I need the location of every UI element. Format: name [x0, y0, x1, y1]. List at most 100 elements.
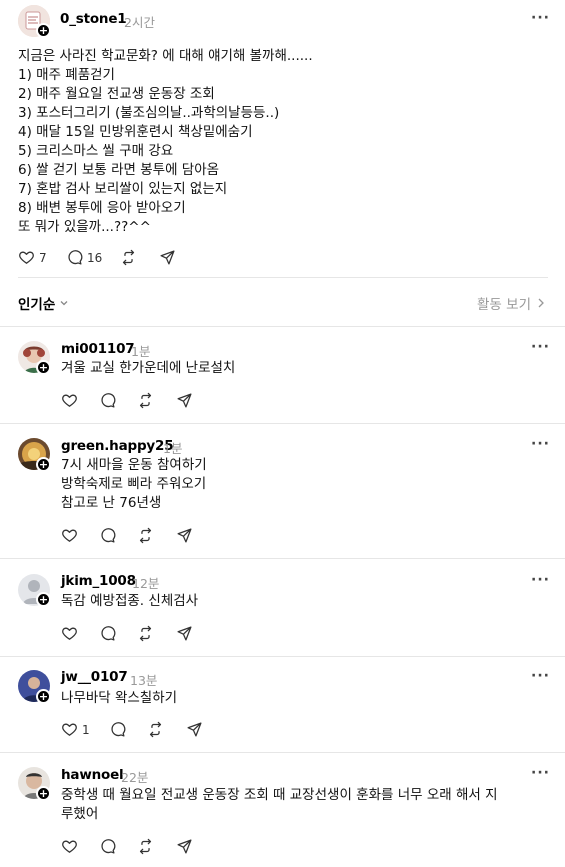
comment-button[interactable]	[99, 838, 116, 855]
reply-time: 22분	[121, 770, 149, 785]
reply-username[interactable]: mi001107	[61, 341, 135, 357]
heart-icon	[62, 723, 77, 736]
reply-text: 나무바닥 왁스칠하기	[61, 690, 178, 706]
post-line: 4) 매달 15일 민방위훈련시 책상밑에숨기	[18, 124, 253, 140]
like-button[interactable]	[61, 838, 78, 855]
repost-icon	[139, 392, 152, 409]
repost-button[interactable]	[120, 249, 137, 266]
reply-time: 1분	[131, 344, 151, 359]
follow-plus-icon[interactable]: +	[36, 457, 51, 472]
heart-icon	[62, 627, 77, 640]
divider	[0, 656, 565, 657]
reply-username[interactable]: hawnoel	[61, 767, 124, 783]
like-button[interactable]: 7	[18, 249, 47, 266]
comment-button[interactable]	[99, 392, 116, 409]
comment-icon	[101, 528, 116, 543]
repost-icon	[139, 527, 152, 544]
view-activity-link[interactable]: 활동 보기	[477, 293, 545, 313]
like-button[interactable]: 1	[61, 721, 90, 738]
like-count: 1	[82, 722, 90, 737]
post-username[interactable]: 0_stone1	[60, 11, 127, 27]
post-line: 2) 매주 월요일 전교생 운동장 조회	[18, 86, 215, 102]
more-icon[interactable]: ···	[531, 340, 550, 354]
divider	[18, 277, 548, 278]
activity-label: 활동 보기	[477, 297, 531, 313]
comment-button[interactable]: 16	[66, 249, 102, 266]
repost-icon	[139, 625, 152, 642]
divider	[0, 752, 565, 753]
share-icon	[177, 626, 192, 641]
divider	[0, 423, 565, 424]
repost-button[interactable]	[137, 625, 154, 642]
follow-plus-icon[interactable]: +	[36, 23, 51, 38]
sort-dropdown[interactable]: 인기순	[18, 293, 69, 313]
share-icon	[177, 528, 192, 543]
follow-plus-icon[interactable]: +	[36, 786, 51, 801]
follow-plus-icon[interactable]: +	[36, 592, 51, 607]
comment-icon	[101, 839, 116, 854]
comment-icon	[101, 393, 116, 408]
comment-icon	[68, 250, 83, 265]
repost-icon	[139, 838, 152, 855]
heart-icon	[62, 394, 77, 407]
post-body: 지금은 사라진 학교문화? 에 대해 얘기해 볼까해...... 1) 매주 폐…	[18, 47, 313, 237]
post-line: 1) 매주 폐품걷기	[18, 67, 115, 83]
heart-icon	[62, 529, 77, 542]
post-line: 6) 쌀 걷기 보통 라면 봉투에 담아옴	[18, 162, 220, 178]
share-button[interactable]	[176, 838, 193, 855]
heart-icon	[62, 840, 77, 853]
repost-button[interactable]	[147, 721, 164, 738]
repost-icon	[149, 721, 162, 738]
chevron-down-icon	[60, 301, 68, 306]
like-button[interactable]	[61, 625, 78, 642]
divider	[0, 558, 565, 559]
comment-count: 16	[87, 250, 103, 265]
share-button[interactable]	[176, 392, 193, 409]
more-icon[interactable]: ···	[531, 766, 550, 780]
share-icon	[177, 839, 192, 854]
reply-text: 중학생 때 월요일 전교생 운동장 조회 때 교장선생이 훈화를 너무 오래 해…	[61, 787, 498, 822]
repost-button[interactable]	[137, 527, 154, 544]
reply-time: 13분	[130, 673, 158, 688]
share-icon	[160, 250, 175, 265]
heart-icon	[19, 251, 34, 264]
post-line: 지금은 사라진 학교문화? 에 대해 얘기해 볼까해......	[18, 48, 313, 64]
repost-button[interactable]	[137, 392, 154, 409]
follow-plus-icon[interactable]: +	[36, 689, 51, 704]
post-line: 7) 혼밥 검사 보리쌀이 있는지 없는지	[18, 181, 228, 197]
chevron-right-icon	[538, 298, 544, 308]
comment-button[interactable]	[109, 721, 126, 738]
follow-plus-icon[interactable]: +	[36, 360, 51, 375]
post-line: 8) 배변 봉투에 응아 받아오기	[18, 200, 186, 216]
like-button[interactable]	[61, 392, 78, 409]
repost-button[interactable]	[137, 838, 154, 855]
like-button[interactable]	[61, 527, 78, 544]
reply-username[interactable]: jkim_1008	[61, 573, 136, 589]
comment-button[interactable]	[99, 625, 116, 642]
reply-username[interactable]: jw__0107	[61, 669, 128, 685]
share-icon	[187, 722, 202, 737]
share-button[interactable]	[186, 721, 203, 738]
post-line: 5) 크리스마스 씰 구매 강요	[18, 143, 174, 159]
reply-username[interactable]: green.happy25	[61, 438, 174, 454]
share-icon	[177, 393, 192, 408]
reply-time: 1분	[163, 441, 183, 456]
repost-icon	[122, 249, 135, 266]
post-line: 또 뭐가 있을까...??^^	[18, 219, 151, 235]
comment-icon	[101, 626, 116, 641]
more-icon[interactable]: ···	[531, 669, 550, 683]
reply-text: 독감 예방접종. 신체검사	[61, 593, 199, 609]
share-button[interactable]	[159, 249, 176, 266]
share-button[interactable]	[176, 527, 193, 544]
comment-icon	[111, 722, 126, 737]
more-icon[interactable]: ···	[531, 11, 550, 25]
comment-button[interactable]	[99, 527, 116, 544]
share-button[interactable]	[176, 625, 193, 642]
reply-text: 겨울 교실 한가운데에 난로설치	[61, 360, 236, 376]
reply-text: 7시 새마을 운동 참여하기 방학숙제로 삐라 주워오기 참고로 난 76년생	[61, 457, 207, 511]
post-line: 3) 포스터그리기 (불조심의날..과학의날등등..)	[18, 105, 280, 121]
sort-label: 인기순	[18, 297, 56, 313]
divider	[0, 326, 565, 327]
more-icon[interactable]: ···	[531, 437, 550, 451]
more-icon[interactable]: ···	[531, 573, 550, 587]
